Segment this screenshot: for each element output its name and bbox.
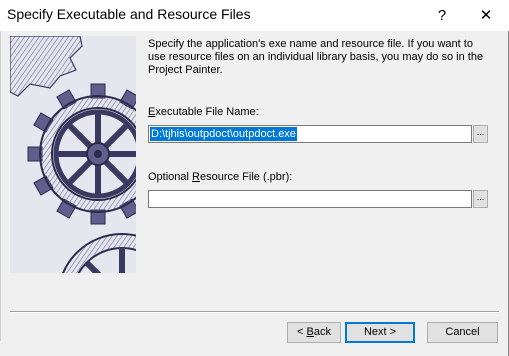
back-button[interactable]: < Back bbox=[287, 322, 341, 343]
exe-file-input[interactable]: D:\tjhis\outpdoct\outpdoct.exe bbox=[148, 125, 472, 143]
dialog-title: Specify Executable and Resource Files bbox=[7, 6, 251, 22]
cancel-button[interactable]: Cancel bbox=[427, 322, 498, 343]
frame-edge bbox=[0, 31, 1, 341]
exe-field-label: Executable File Name: bbox=[148, 106, 259, 118]
resource-field-label: Optional Resource File (.pbr): bbox=[148, 171, 293, 183]
gear-illustration bbox=[10, 36, 136, 273]
close-icon: ✕ bbox=[479, 7, 493, 24]
gears-icon bbox=[10, 36, 136, 273]
exe-file-value: D:\tjhis\outpdoct\outpdoct.exe bbox=[150, 127, 297, 141]
help-button[interactable]: ? bbox=[420, 0, 464, 31]
resource-file-input[interactable] bbox=[148, 190, 472, 208]
dialog-window: Specify Executable and Resource Files ? … bbox=[0, 0, 509, 356]
button-separator bbox=[10, 311, 499, 313]
close-button[interactable]: ✕ bbox=[464, 0, 508, 31]
instructions-text: Specify the application's exe name and r… bbox=[148, 38, 484, 76]
resource-browse-button[interactable]: ... bbox=[473, 190, 488, 208]
exe-browse-button[interactable]: ... bbox=[473, 125, 488, 143]
help-icon: ? bbox=[437, 7, 447, 24]
next-button[interactable]: Next > bbox=[345, 322, 415, 343]
title-bar: Specify Executable and Resource Files ? … bbox=[0, 0, 509, 31]
